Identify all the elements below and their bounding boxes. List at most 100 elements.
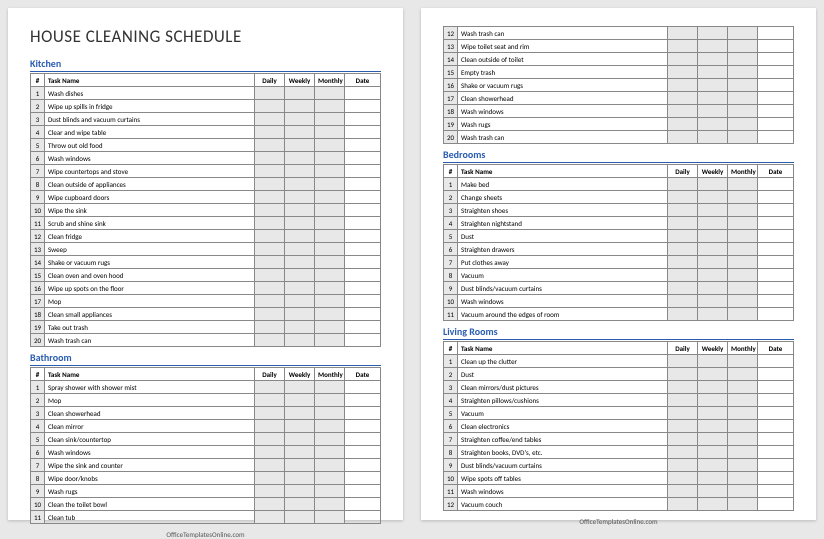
cell-weekly[interactable]	[698, 256, 728, 269]
cell-weekly[interactable]	[698, 368, 728, 381]
cell-date[interactable]	[345, 334, 381, 347]
cell-monthly[interactable]	[315, 269, 345, 282]
cell-weekly[interactable]	[698, 105, 728, 118]
cell-date[interactable]	[345, 178, 381, 191]
cell-weekly[interactable]	[285, 256, 315, 269]
cell-date[interactable]	[345, 381, 381, 394]
cell-monthly[interactable]	[315, 381, 345, 394]
cell-monthly[interactable]	[728, 308, 758, 321]
cell-daily[interactable]	[255, 100, 285, 113]
cell-monthly[interactable]	[728, 178, 758, 191]
cell-monthly[interactable]	[728, 459, 758, 472]
cell-monthly[interactable]	[728, 394, 758, 407]
cell-monthly[interactable]	[728, 217, 758, 230]
cell-weekly[interactable]	[698, 204, 728, 217]
cell-daily[interactable]	[255, 230, 285, 243]
cell-weekly[interactable]	[285, 381, 315, 394]
cell-monthly[interactable]	[315, 126, 345, 139]
cell-daily[interactable]	[255, 394, 285, 407]
cell-date[interactable]	[345, 282, 381, 295]
cell-date[interactable]	[758, 459, 794, 472]
cell-weekly[interactable]	[285, 100, 315, 113]
cell-daily[interactable]	[255, 485, 285, 498]
cell-date[interactable]	[345, 321, 381, 334]
cell-daily[interactable]	[255, 217, 285, 230]
cell-date[interactable]	[345, 295, 381, 308]
cell-monthly[interactable]	[728, 66, 758, 79]
cell-monthly[interactable]	[315, 321, 345, 334]
cell-monthly[interactable]	[315, 446, 345, 459]
cell-date[interactable]	[345, 152, 381, 165]
cell-weekly[interactable]	[698, 407, 728, 420]
cell-monthly[interactable]	[315, 139, 345, 152]
cell-date[interactable]	[758, 53, 794, 66]
cell-monthly[interactable]	[315, 256, 345, 269]
cell-daily[interactable]	[668, 420, 698, 433]
cell-weekly[interactable]	[285, 420, 315, 433]
cell-daily[interactable]	[668, 368, 698, 381]
cell-weekly[interactable]	[698, 118, 728, 131]
cell-weekly[interactable]	[698, 446, 728, 459]
cell-date[interactable]	[758, 131, 794, 144]
cell-monthly[interactable]	[315, 407, 345, 420]
cell-date[interactable]	[758, 118, 794, 131]
cell-weekly[interactable]	[285, 334, 315, 347]
cell-date[interactable]	[345, 394, 381, 407]
cell-weekly[interactable]	[285, 126, 315, 139]
cell-weekly[interactable]	[285, 217, 315, 230]
cell-daily[interactable]	[255, 204, 285, 217]
cell-monthly[interactable]	[728, 433, 758, 446]
cell-monthly[interactable]	[315, 178, 345, 191]
cell-monthly[interactable]	[728, 420, 758, 433]
cell-daily[interactable]	[255, 113, 285, 126]
cell-monthly[interactable]	[728, 498, 758, 511]
cell-daily[interactable]	[668, 433, 698, 446]
cell-daily[interactable]	[668, 131, 698, 144]
cell-monthly[interactable]	[728, 131, 758, 144]
cell-daily[interactable]	[668, 217, 698, 230]
cell-date[interactable]	[345, 217, 381, 230]
cell-date[interactable]	[758, 355, 794, 368]
cell-daily[interactable]	[668, 381, 698, 394]
cell-date[interactable]	[758, 498, 794, 511]
cell-daily[interactable]	[668, 498, 698, 511]
cell-monthly[interactable]	[315, 243, 345, 256]
cell-date[interactable]	[758, 243, 794, 256]
cell-weekly[interactable]	[698, 394, 728, 407]
cell-weekly[interactable]	[698, 269, 728, 282]
cell-monthly[interactable]	[728, 27, 758, 40]
cell-date[interactable]	[345, 191, 381, 204]
cell-weekly[interactable]	[698, 131, 728, 144]
cell-daily[interactable]	[255, 459, 285, 472]
cell-weekly[interactable]	[698, 420, 728, 433]
cell-weekly[interactable]	[285, 165, 315, 178]
cell-monthly[interactable]	[315, 420, 345, 433]
cell-date[interactable]	[758, 79, 794, 92]
cell-daily[interactable]	[668, 118, 698, 131]
cell-date[interactable]	[758, 394, 794, 407]
cell-monthly[interactable]	[315, 282, 345, 295]
cell-weekly[interactable]	[285, 139, 315, 152]
cell-date[interactable]	[345, 446, 381, 459]
cell-daily[interactable]	[255, 282, 285, 295]
cell-date[interactable]	[345, 472, 381, 485]
cell-monthly[interactable]	[728, 204, 758, 217]
cell-monthly[interactable]	[315, 87, 345, 100]
cell-daily[interactable]	[255, 243, 285, 256]
cell-daily[interactable]	[668, 53, 698, 66]
cell-daily[interactable]	[255, 87, 285, 100]
cell-weekly[interactable]	[698, 79, 728, 92]
cell-daily[interactable]	[668, 40, 698, 53]
cell-date[interactable]	[758, 381, 794, 394]
cell-date[interactable]	[345, 165, 381, 178]
cell-date[interactable]	[758, 282, 794, 295]
cell-monthly[interactable]	[728, 53, 758, 66]
cell-daily[interactable]	[255, 433, 285, 446]
cell-date[interactable]	[758, 368, 794, 381]
cell-monthly[interactable]	[728, 472, 758, 485]
cell-daily[interactable]	[255, 334, 285, 347]
cell-weekly[interactable]	[698, 459, 728, 472]
cell-date[interactable]	[345, 243, 381, 256]
cell-monthly[interactable]	[315, 230, 345, 243]
cell-date[interactable]	[758, 256, 794, 269]
